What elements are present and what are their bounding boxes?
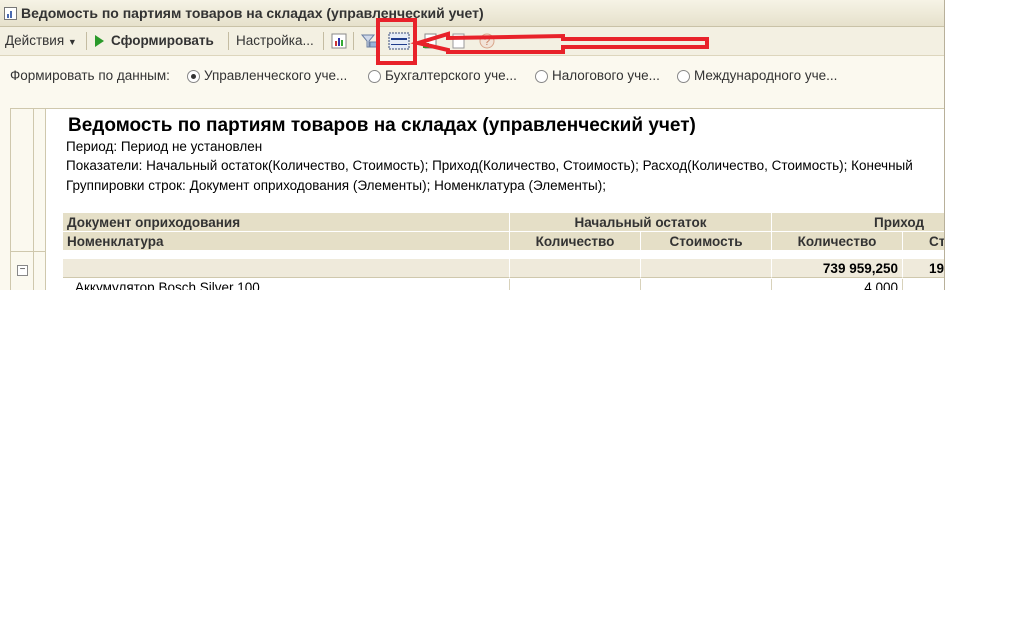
- group-row-opening-cost: [641, 259, 772, 278]
- header-income-qty: Количество: [772, 232, 903, 251]
- toolbar: Действия ▼ Сформировать Настройка... ?: [0, 27, 944, 56]
- report-period: Период: Период не установлен: [66, 139, 263, 154]
- radio-management[interactable]: [187, 70, 200, 83]
- report-window-icon: [4, 7, 17, 20]
- header-nomenclature: Номенклатура: [63, 232, 510, 251]
- radio-tax[interactable]: [535, 70, 548, 83]
- group-row-document[interactable]: [63, 259, 510, 278]
- grouping-gutter: −: [11, 109, 46, 290]
- report-spreadsheet[interactable]: − Ведомость по партиям товаров на склада…: [10, 108, 944, 290]
- export-icon[interactable]: [422, 32, 440, 50]
- chevron-down-icon: ▼: [67, 37, 77, 47]
- filter-icon[interactable]: [360, 32, 378, 50]
- parameters-panel: Формировать по данным: Управленческого у…: [0, 56, 944, 104]
- report-title: Ведомость по партиям товаров на складах …: [68, 115, 696, 136]
- header-opening-balance: Начальный остаток: [510, 213, 772, 232]
- group-row-income-cost: 19: [903, 259, 944, 278]
- header-opening-qty: Количество: [510, 232, 641, 251]
- settings-button[interactable]: Настройка...: [236, 27, 314, 55]
- svg-text:?: ?: [484, 36, 490, 48]
- group-row-income-qty: 739 959,250: [772, 259, 903, 278]
- radio-international[interactable]: [677, 70, 690, 83]
- play-icon: [95, 35, 104, 47]
- group-row-opening-qty: [510, 259, 641, 278]
- report-groupings: Группировки строк: Документ оприходовани…: [66, 178, 606, 193]
- collapse-group-icon[interactable]: −: [17, 265, 28, 276]
- data-source-label: Формировать по данным:: [10, 68, 170, 83]
- header-panel-icon[interactable]: [388, 32, 410, 50]
- report-window: Ведомость по партиям товаров на складах …: [0, 0, 945, 290]
- radio-accounting-label[interactable]: Бухгалтерского уче...: [385, 68, 517, 83]
- item-row-name[interactable]: Аккумулятор Bosch Silver 100: [63, 279, 510, 290]
- header-document: Документ оприходования: [63, 213, 510, 232]
- help-icon[interactable]: ?: [478, 32, 496, 50]
- radio-international-label[interactable]: Международного уче...: [694, 68, 837, 83]
- header-income-cost: Сто: [903, 232, 944, 251]
- window-title: Ведомость по партиям товаров на складах …: [21, 5, 484, 21]
- radio-management-label[interactable]: Управленческого уче...: [204, 68, 347, 83]
- item-row-income-qty: 4,000: [772, 279, 903, 290]
- actions-menu[interactable]: Действия ▼: [5, 27, 77, 55]
- actions-label: Действия: [5, 33, 65, 48]
- header-income: Приход: [772, 213, 944, 232]
- item-row-opening-qty: [510, 279, 641, 290]
- title-bar: Ведомость по партиям товаров на складах …: [0, 0, 944, 27]
- radio-tax-label[interactable]: Налогового уче...: [552, 68, 660, 83]
- copy-icon[interactable]: [450, 32, 468, 50]
- header-opening-cost: Стоимость: [641, 232, 772, 251]
- report-chart-icon[interactable]: [330, 32, 348, 50]
- item-row-opening-cost: [641, 279, 772, 290]
- report-indicators: Показатели: Начальный остаток(Количество…: [66, 158, 913, 173]
- generate-button[interactable]: Сформировать: [111, 27, 214, 55]
- radio-accounting[interactable]: [368, 70, 381, 83]
